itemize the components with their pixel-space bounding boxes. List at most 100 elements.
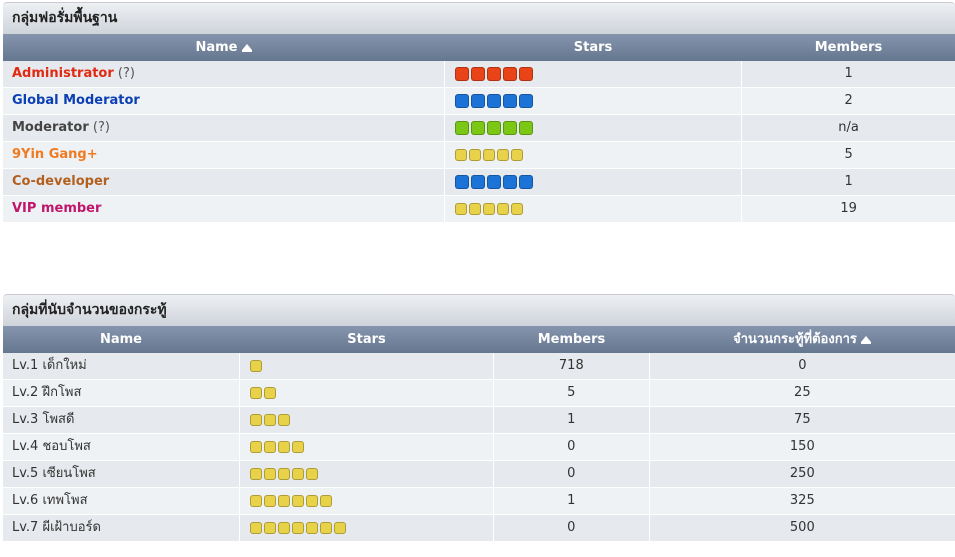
rank-star-icon	[249, 522, 262, 534]
rank-star-icon	[454, 94, 469, 108]
group-members-cell: 2	[741, 88, 955, 114]
column-header-stars[interactable]: Stars	[239, 326, 494, 353]
rank-star-icon	[277, 495, 290, 507]
column-header-members[interactable]: Members	[494, 326, 649, 353]
table-row: Lv.5 เซียนโพส 0 250	[3, 461, 955, 488]
sort-ascending-icon	[860, 336, 871, 344]
rank-required-posts-cell: 250	[648, 461, 955, 487]
rank-star-icon	[510, 203, 523, 215]
rank-name-cell: Lv.4 ชอบโพส	[12, 439, 91, 454]
rank-star-icon	[249, 495, 262, 507]
group-stars-cell	[443, 88, 742, 114]
sort-ascending-icon	[241, 44, 252, 52]
rank-stars-cell	[238, 488, 493, 514]
rank-star-icon	[333, 522, 346, 534]
rank-members-cell: 1	[492, 488, 649, 514]
post-count-groups-title: กลุ่มที่นับจำนวนของกระทู้	[3, 294, 955, 326]
rank-name-cell: Lv.6 เทพโพส	[12, 493, 88, 508]
rank-star-icon	[263, 387, 276, 399]
table-row: Lv.4 ชอบโพส 0 150	[3, 434, 955, 461]
group-members-cell: n/a	[741, 115, 955, 141]
rank-star-icon	[486, 94, 501, 108]
rank-star-icon	[277, 522, 290, 534]
column-header-required-posts[interactable]: จำนวนกระทู้ที่ต้องการ	[649, 326, 955, 353]
post-count-groups-panel: กลุ่มที่นับจำนวนของกระทู้ Name Stars Mem…	[3, 294, 955, 542]
column-header-name[interactable]: Name	[3, 34, 444, 61]
group-members-cell: 19	[741, 196, 955, 222]
rank-required-posts-cell: 0	[648, 353, 955, 379]
rank-required-posts-cell: 150	[648, 434, 955, 460]
rank-stars-cell	[238, 434, 493, 460]
table-row: Lv.3 โพสดี 1 75	[3, 407, 955, 434]
rank-star-icon	[468, 203, 481, 215]
group-link[interactable]: VIP member	[12, 201, 101, 216]
rank-stars-cell	[238, 515, 493, 541]
rank-star-icon	[454, 121, 469, 135]
rank-name-cell: Lv.7 ผีเฝ้าบอร์ด	[12, 520, 101, 535]
rank-required-posts-cell: 25	[648, 380, 955, 406]
rank-stars-cell	[238, 380, 493, 406]
rank-star-icon	[496, 203, 509, 215]
column-header-stars[interactable]: Stars	[444, 34, 742, 61]
group-members-cell: 5	[741, 142, 955, 168]
rank-stars-cell	[238, 353, 493, 379]
group-members-cell: 1	[741, 61, 955, 87]
forum-groups-rows: Administrator (?) 1 Global Moderator 2 Moder…	[3, 61, 955, 223]
rank-star-icon	[470, 94, 485, 108]
group-link[interactable]: Global Moderator	[12, 93, 140, 108]
rank-stars-cell	[238, 407, 493, 433]
rank-star-icon	[454, 175, 469, 189]
forum-groups-panel: กลุ่มฟอรั่มพื้นฐาน Name Stars Members Ad…	[3, 2, 955, 223]
rank-required-posts-cell: 500	[648, 515, 955, 541]
group-stars-cell	[443, 196, 742, 222]
table-row: Lv.1 เด็กใหม่ 718 0	[3, 353, 955, 380]
table-row: 9Yin Gang+ 5	[3, 142, 955, 169]
rank-star-icon	[277, 414, 290, 426]
group-link[interactable]: Moderator	[12, 120, 89, 135]
table-row: Moderator (?) n/a	[3, 115, 955, 142]
rank-star-icon	[277, 468, 290, 480]
rank-star-icon	[496, 149, 509, 161]
group-link[interactable]: Administrator	[12, 66, 114, 81]
rank-star-icon	[482, 203, 495, 215]
rank-star-icon	[319, 522, 332, 534]
group-info-link[interactable]: (?)	[118, 66, 135, 81]
table-row: Lv.7 ผีเฝ้าบอร์ด 0 500	[3, 515, 955, 542]
group-name-cell: VIP member	[3, 196, 444, 222]
post-count-groups-header: Name Stars Members จำนวนกระทู้ที่ต้องการ	[3, 326, 955, 353]
rank-star-icon	[454, 67, 469, 81]
rank-star-icon	[249, 441, 262, 453]
rank-star-icon	[291, 495, 304, 507]
rank-star-icon	[305, 495, 318, 507]
rank-star-icon	[468, 149, 481, 161]
rank-members-cell: 0	[492, 515, 649, 541]
table-row: Administrator (?) 1	[3, 61, 955, 88]
table-row: Co-developer 1	[3, 169, 955, 196]
rank-star-icon	[263, 468, 276, 480]
group-info-link[interactable]: (?)	[93, 120, 110, 135]
rank-name-cell: Lv.3 โพสดี	[12, 412, 75, 427]
rank-star-icon	[518, 67, 533, 81]
rank-star-icon	[305, 468, 318, 480]
rank-star-icon	[518, 94, 533, 108]
rank-star-icon	[249, 387, 262, 399]
column-header-name[interactable]: Name	[3, 326, 239, 353]
rank-star-icon	[470, 121, 485, 135]
column-header-members[interactable]: Members	[742, 34, 955, 61]
rank-star-icon	[518, 121, 533, 135]
rank-required-posts-cell: 325	[648, 488, 955, 514]
rank-star-icon	[305, 522, 318, 534]
group-link[interactable]: Co-developer	[12, 174, 109, 189]
group-stars-cell	[443, 61, 742, 87]
group-members-cell: 1	[741, 169, 955, 195]
group-name-cell: Global Moderator	[3, 88, 444, 114]
column-header-required-posts-label: จำนวนกระทู้ที่ต้องการ	[733, 332, 857, 347]
group-name-cell: Moderator (?)	[3, 115, 444, 141]
rank-star-icon	[502, 94, 517, 108]
rank-star-icon	[291, 522, 304, 534]
rank-members-cell: 5	[492, 380, 649, 406]
rank-star-icon	[263, 495, 276, 507]
rank-star-icon	[502, 67, 517, 81]
group-link[interactable]: 9Yin Gang+	[12, 147, 98, 162]
table-row: Lv.2 ฝึกโพส 5 25	[3, 380, 955, 407]
